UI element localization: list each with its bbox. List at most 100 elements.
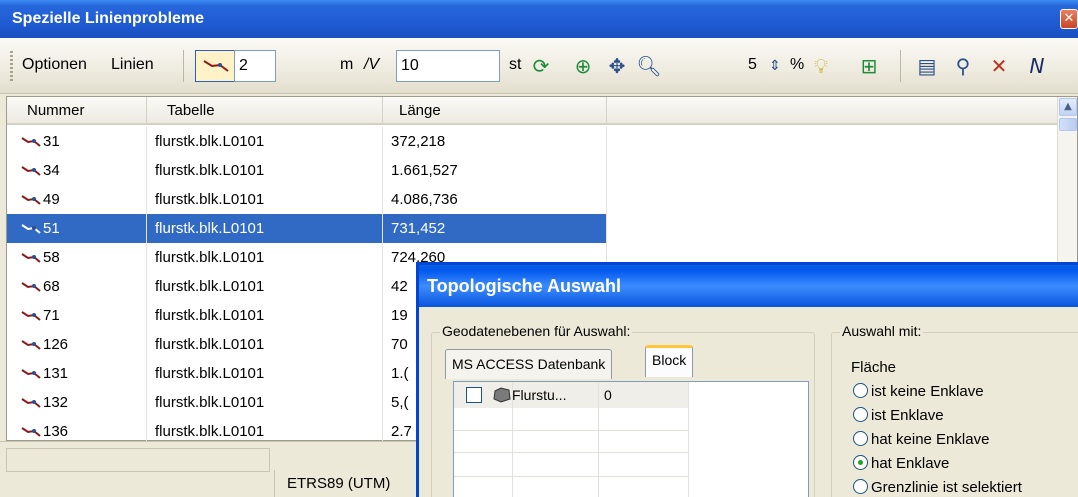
zoom-level-value[interactable]: 5 <box>748 56 757 74</box>
row-number: 34 <box>43 162 60 179</box>
cell-laenge: 372,218 <box>383 127 607 156</box>
cell-laenge: 1.661,527 <box>383 156 607 185</box>
cell-nummer: 126 <box>7 330 147 359</box>
min-points-input[interactable]: 2 <box>234 50 276 82</box>
grid-line <box>512 382 513 497</box>
close-icon[interactable]: ✕ <box>1060 9 1078 29</box>
row-number: 31 <box>43 133 60 150</box>
cell-nummer: 68 <box>7 272 147 301</box>
lightbulb-icon[interactable]: 💡︎ <box>808 52 834 80</box>
table-row[interactable]: 49 flurstk.blk.L0101 4.086,736 <box>7 185 1059 214</box>
radio-label: hat keine Enklave <box>871 431 990 448</box>
cell-tabelle: flurstk.blk.L0101 <box>147 214 383 243</box>
row-number: 49 <box>43 191 60 208</box>
row-number: 136 <box>43 423 69 440</box>
column-header-laenge[interactable]: Länge <box>383 97 607 125</box>
radio-label: Grenzlinie ist selektiert <box>871 479 1022 496</box>
cell-laenge: 4.086,736 <box>383 185 607 214</box>
zoom-in-icon[interactable]: ⊕ <box>570 52 596 80</box>
radio-button[interactable] <box>853 431 868 446</box>
radio-option[interactable]: ist Enklave <box>853 405 944 427</box>
zoom-extent-icon[interactable]: ⊞ <box>856 52 882 80</box>
line-problem-button[interactable] <box>195 50 235 82</box>
radio-option[interactable]: hat keine Enklave <box>853 429 989 451</box>
scroll-thumb[interactable] <box>1059 118 1077 131</box>
cell-tabelle: flurstk.blk.L0101 <box>147 185 383 214</box>
cell-tabelle: flurstk.blk.L0101 <box>147 330 383 359</box>
cell-tabelle: flurstk.blk.L0101 <box>147 156 383 185</box>
radio-option[interactable]: hat Enklave <box>853 453 949 475</box>
grid-line <box>598 382 599 497</box>
pan-icon[interactable]: ✥ <box>604 52 630 80</box>
row-number: 51 <box>43 220 60 237</box>
cell-laenge: 731,452 <box>383 214 607 243</box>
zoom-icon[interactable]: 🔍︎ <box>636 52 662 80</box>
cell-nummer: 49 <box>7 185 147 214</box>
line-segment-icon <box>21 224 41 234</box>
cell-tabelle: flurstk.blk.L0101 <box>147 243 383 272</box>
radio-button[interactable] <box>853 455 868 470</box>
row-number: 58 <box>43 249 60 266</box>
cell-nummer: 131 <box>7 359 147 388</box>
grid-line <box>454 452 688 453</box>
menu-linien[interactable]: Linien <box>111 56 154 74</box>
toolbar-grip[interactable] <box>10 51 13 81</box>
toolbar-separator <box>183 50 184 82</box>
radio-button[interactable] <box>853 479 868 494</box>
line-segment-icon <box>203 60 229 72</box>
select-icon[interactable]: ⚲ <box>950 52 976 80</box>
radio-button[interactable] <box>853 383 868 398</box>
toolbar: Optionen Linien 2 m /V 10 st ⟳ ⊕ ✥ 🔍︎ 5 … <box>0 38 1078 94</box>
menu-optionen[interactable]: Optionen <box>22 56 87 74</box>
layer-checkbox[interactable] <box>466 387 482 403</box>
radio-option[interactable]: Grenzlinie ist selektiert <box>853 477 1022 497</box>
table-header: Nummer Tabelle Länge <box>7 97 1059 125</box>
layer-row[interactable]: Flurstu... 0 <box>454 382 688 408</box>
cell-tabelle: flurstk.blk.L0101 <box>147 359 383 388</box>
scroll-up-icon[interactable]: ▲ <box>1059 98 1077 116</box>
table-row[interactable]: 34 flurstk.blk.L0101 1.661,527 <box>7 156 1059 185</box>
radio-label: hat Enklave <box>871 455 950 472</box>
table-row[interactable]: 31 flurstk.blk.L0101 372,218 <box>7 127 1059 156</box>
layer-listbox: Flurstu... 0 <box>453 381 809 497</box>
column-header-tabelle[interactable]: Tabelle <box>147 97 383 125</box>
line-segment-icon <box>21 369 41 379</box>
tab-block[interactable]: Block <box>645 345 694 377</box>
grid-line <box>454 430 688 431</box>
line-segment-icon <box>21 282 41 292</box>
layers-group-label: Geodatenebenen für Auswahl: <box>440 323 633 339</box>
tolerance-input[interactable]: 10 <box>396 50 500 82</box>
row-number: 68 <box>43 278 60 295</box>
toolbar-separator <box>900 50 901 82</box>
line-segment-icon <box>21 166 41 176</box>
radio-label: ist Enklave <box>871 407 944 424</box>
unit-m-label: m <box>340 56 354 73</box>
delete-icon[interactable]: ✕ <box>986 52 1012 80</box>
row-number: 126 <box>43 336 69 353</box>
cell-nummer: 71 <box>7 301 147 330</box>
line-segment-icon <box>21 311 41 321</box>
topology-dialog: Topologische Auswahl Geodatenebenen für … <box>416 262 1078 497</box>
status-field <box>6 448 270 472</box>
row-number: 132 <box>43 394 69 411</box>
table-row[interactable]: 51 flurstk.blk.L0101 731,452 <box>7 214 1059 243</box>
table-export-icon[interactable]: ▤ <box>914 52 940 80</box>
tab-ms-access[interactable]: MS ACCESS Datenbank <box>445 349 613 379</box>
radio-option[interactable]: ist keine Enklave <box>853 381 984 403</box>
window-titlebar[interactable]: Spezielle Linienprobleme <box>0 0 1078 38</box>
row-number: 131 <box>43 365 69 382</box>
unit-percent-label: % <box>790 56 805 73</box>
line-segment-icon <box>21 340 41 350</box>
column-header-nummer[interactable]: Nummer <box>7 97 147 125</box>
line-segment-icon <box>21 253 41 263</box>
radio-button[interactable] <box>853 407 868 422</box>
line-tool-icon[interactable]: N <box>1024 52 1050 80</box>
tolerance-icon: /V <box>364 56 380 73</box>
dialog-titlebar[interactable]: Topologische Auswahl <box>419 265 1078 307</box>
cell-nummer: 132 <box>7 388 147 417</box>
line-segment-icon <box>21 427 41 437</box>
refresh-icon[interactable]: ⟳ <box>528 52 554 80</box>
unit-st-label: st <box>509 56 522 73</box>
spinner-icon[interactable]: ⇕ <box>762 52 788 80</box>
cell-tabelle: flurstk.blk.L0101 <box>147 301 383 330</box>
